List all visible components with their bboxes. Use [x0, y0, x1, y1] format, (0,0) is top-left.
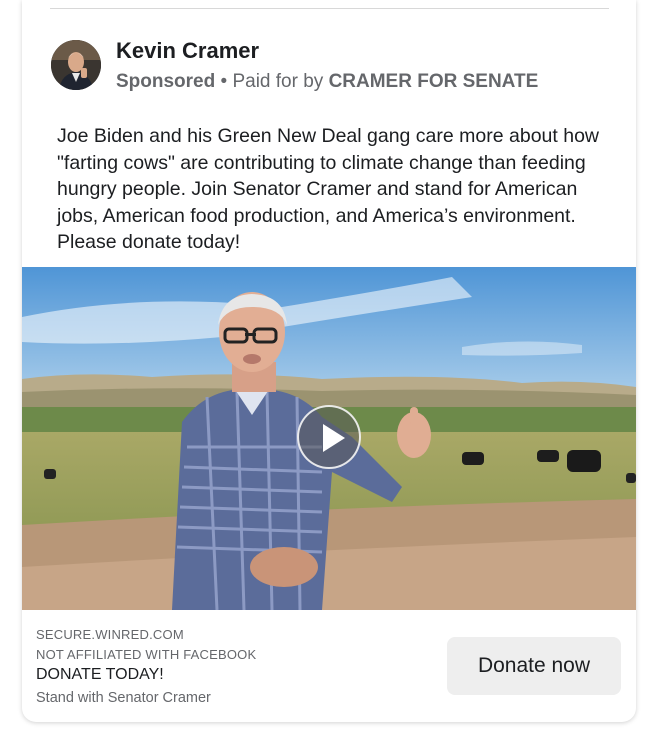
avatar[interactable]	[51, 40, 101, 90]
video-player[interactable]	[22, 267, 636, 610]
post-meta: Sponsored • Paid for by CRAMER FOR SENAT…	[116, 71, 538, 93]
author-name[interactable]: Kevin Cramer	[116, 38, 259, 64]
affiliation-disclaimer: NOT AFFILIATED WITH FACEBOOK	[36, 647, 257, 662]
play-button[interactable]	[297, 405, 361, 469]
post-body-text: Joe Biden and his Green New Deal gang ca…	[57, 125, 599, 253]
link-headline[interactable]: DONATE TODAY!	[36, 666, 164, 684]
link-domain: SECURE.WINRED.COM	[36, 627, 184, 642]
donate-now-button[interactable]: Donate now	[447, 637, 621, 695]
play-icon	[323, 424, 345, 452]
sponsored-label[interactable]: Sponsored	[116, 71, 215, 92]
payer-name: CRAMER FOR SENATE	[328, 71, 539, 92]
divider	[50, 8, 609, 9]
link-preview-footer[interactable]: SECURE.WINRED.COM NOT AFFILIATED WITH FA…	[22, 610, 636, 722]
paid-for-prefix: Paid for by	[232, 71, 329, 92]
link-description: Stand with Senator Cramer	[36, 690, 211, 706]
meta-separator: •	[215, 71, 233, 92]
sponsored-post-card: Kevin Cramer Sponsored • Paid for by CRA…	[22, 0, 636, 722]
